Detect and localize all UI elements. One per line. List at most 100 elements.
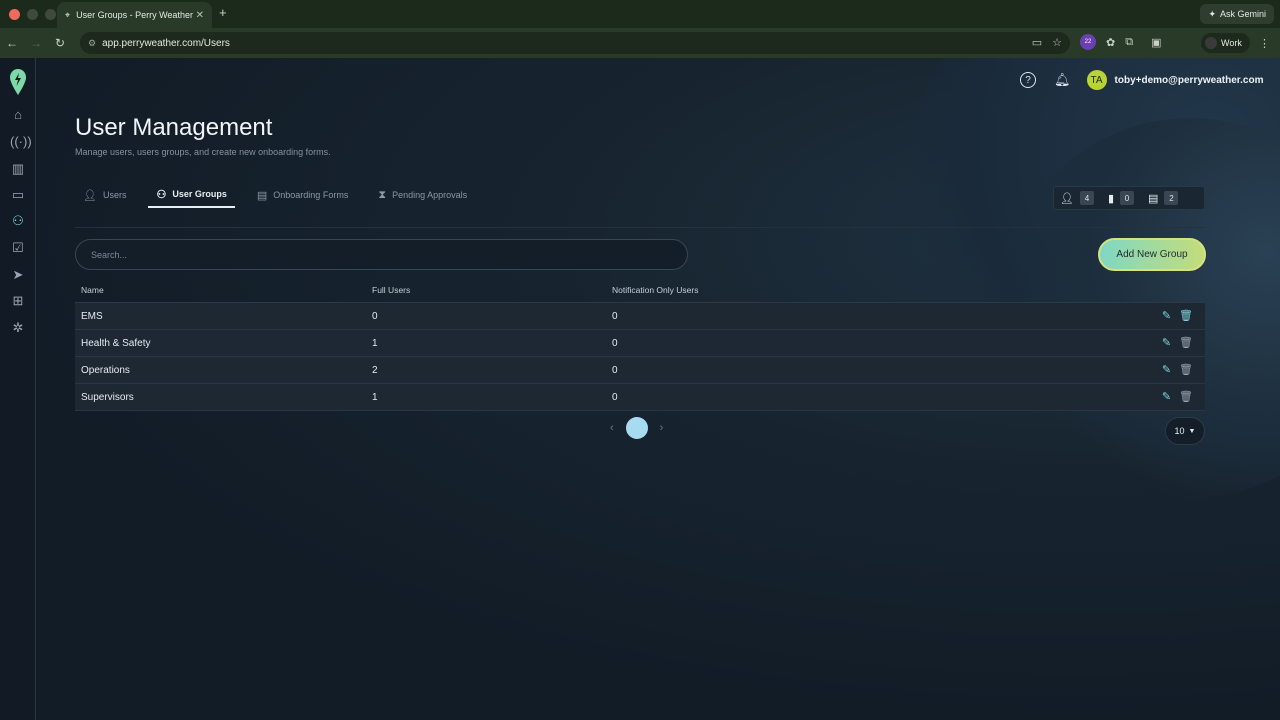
trash-icon[interactable]: 🗑︎ (1179, 363, 1193, 376)
add-new-group-button[interactable]: Add New Group (1098, 238, 1206, 271)
window-controls (0, 8, 56, 20)
close-window-button[interactable] (9, 8, 20, 20)
new-tab-button[interactable]: + (219, 5, 227, 20)
edit-pencil-icon[interactable]: ✎ (1162, 390, 1171, 403)
tabs-divider (75, 227, 1205, 228)
reload-icon[interactable]: ↻ (48, 36, 72, 50)
user-count-icon: 👤︎ (1060, 192, 1074, 205)
broadcast-icon[interactable]: ((·)) (10, 134, 32, 150)
browser-tab-title: User Groups - Perry Weather (76, 10, 193, 20)
extensions-area: 22 ✿ ⧉ ▣ (1080, 34, 1161, 50)
map-pin-icon: ⌖ (65, 9, 71, 20)
stats-summary: 👤︎ 4 ▮ 0 ▤ 2 (1053, 186, 1205, 210)
user-email[interactable]: toby+demo@perryweather.com (1115, 75, 1264, 86)
table-row[interactable]: Supervisors 1 0 ✎ 🗑︎ (75, 384, 1205, 411)
edit-pencil-icon[interactable]: ✎ (1162, 363, 1171, 376)
checklist-icon[interactable]: ☑ (10, 240, 26, 256)
avatar[interactable]: TA (1086, 70, 1107, 90)
integrations-icon[interactable]: ✲ (10, 320, 26, 336)
minimize-window-button[interactable] (27, 8, 38, 20)
reports-icon[interactable]: ▥ (10, 161, 26, 177)
back-arrow-icon[interactable]: ← (0, 36, 24, 50)
row-actions: ✎ 🗑︎ (1162, 390, 1193, 403)
users-nav-icon[interactable]: ⚇ (10, 213, 26, 229)
apps-grid-icon[interactable]: ⊞ (10, 293, 26, 309)
message-count: 0 (1120, 191, 1135, 205)
maximize-window-button[interactable] (45, 8, 56, 20)
tab-pending-approvals-label: Pending Approvals (392, 190, 468, 200)
group-name: Supervisors (81, 391, 134, 403)
pagination: ‹ 1 › (610, 417, 663, 439)
url-text: app.perryweather.com/Users (102, 37, 230, 49)
profile-button[interactable]: Work (1201, 33, 1250, 53)
home-icon[interactable]: ⌂ (10, 107, 26, 123)
form-count-icon: ▤ (1148, 192, 1159, 205)
current-page-button[interactable]: 1 (625, 417, 648, 439)
notification-users-count: 0 (612, 310, 618, 322)
tab-bar: 👤︎ Users ⚇ User Groups ▤ Onboarding Form… (75, 182, 489, 208)
table-header: Name Full Users Notification Only Users (75, 278, 1205, 303)
browser-tab-bar: ⌖ User Groups - Perry Weather ✕ + ✦ Ask … (0, 0, 1280, 28)
trash-icon[interactable]: 🗑︎ (1179, 309, 1193, 322)
browser-address-bar: ← → ↻ ⚙ app.perryweather.com/Users ▭ ☆ 2… (0, 28, 1280, 58)
message-count-icon: ▮ (1107, 192, 1115, 205)
page-subtitle: Manage users, users groups, and create n… (75, 147, 331, 157)
bell-icon[interactable]: 🔔︎ (1054, 72, 1071, 88)
tab-pending-approvals[interactable]: ⧗ Pending Approvals (370, 182, 475, 208)
column-header-full-users[interactable]: Full Users (372, 285, 612, 295)
tab-onboarding-forms[interactable]: ▤ Onboarding Forms (249, 182, 356, 208)
tab-user-groups[interactable]: ⚇ User Groups (148, 182, 235, 208)
group-name: Operations (81, 364, 130, 376)
browser-tab[interactable]: ⌖ User Groups - Perry Weather ✕ (57, 2, 212, 28)
side-panel-icon[interactable]: ▣ (1151, 36, 1161, 49)
form-count: 2 (1164, 191, 1179, 205)
puzzle-icon[interactable]: ⧉ (1125, 36, 1133, 49)
notification-users-count: 0 (612, 337, 618, 349)
full-users-count: 0 (372, 310, 378, 322)
notification-users-count: 0 (612, 364, 618, 376)
table-row[interactable]: Health & Safety 1 0 ✎ 🗑︎ (75, 330, 1205, 357)
rows-per-page-value: 10 (1174, 426, 1185, 436)
edit-pencil-icon[interactable]: ✎ (1162, 309, 1171, 322)
rows-per-page-select[interactable]: 10 ▼ (1165, 417, 1205, 445)
tab-onboarding-forms-label: Onboarding Forms (273, 190, 349, 200)
full-users-count: 1 (372, 337, 378, 349)
tab-close-icon[interactable]: ✕ (196, 10, 204, 21)
tab-users[interactable]: 👤︎ Users (75, 182, 134, 208)
browser-menu-icon[interactable]: ⋮ (1259, 37, 1270, 50)
install-app-icon[interactable]: ▭ (1032, 36, 1042, 49)
tab-user-groups-label: User Groups (172, 189, 227, 199)
full-users-count: 2 (372, 364, 378, 376)
bookmark-star-icon[interactable]: ☆ (1052, 36, 1062, 49)
user-groups-table: Name Full Users Notification Only Users … (75, 278, 1205, 411)
messages-icon[interactable]: ▭ (10, 187, 26, 203)
forward-arrow-icon[interactable]: → (24, 36, 48, 50)
table-row[interactable]: EMS 0 0 ✎ 🗑︎ (75, 303, 1205, 330)
page-title: User Management (75, 114, 273, 141)
notification-users-count: 0 (612, 391, 618, 403)
next-page-button[interactable]: › (660, 422, 664, 434)
send-icon[interactable]: ➤ (10, 267, 26, 283)
search-input[interactable] (75, 239, 688, 270)
user-count: 4 (1079, 191, 1094, 205)
help-icon[interactable]: ? (1020, 72, 1036, 88)
ask-gemini-button[interactable]: ✦ Ask Gemini (1200, 4, 1274, 24)
edit-pencil-icon[interactable]: ✎ (1162, 336, 1171, 349)
url-bar[interactable]: ⚙ app.perryweather.com/Users ▭ ☆ (80, 32, 1070, 54)
column-header-notification-only-users[interactable]: Notification Only Users (612, 285, 1012, 295)
profile-label: Work (1221, 38, 1242, 48)
row-actions: ✎ 🗑︎ (1162, 336, 1193, 349)
trash-icon[interactable]: 🗑︎ (1179, 390, 1193, 403)
table-row[interactable]: Operations 2 0 ✎ 🗑︎ (75, 357, 1205, 384)
caret-down-icon: ▼ (1188, 427, 1196, 435)
extension-badge-icon[interactable]: 22 (1080, 34, 1096, 50)
extension-icon[interactable]: ✿ (1106, 36, 1115, 49)
hourglass-icon: ⧗ (378, 188, 387, 201)
group-name: EMS (81, 310, 103, 322)
perry-weather-logo[interactable] (9, 68, 27, 96)
trash-icon[interactable]: 🗑︎ (1179, 336, 1193, 349)
prev-page-button[interactable]: ‹ (610, 422, 614, 434)
site-settings-icon[interactable]: ⚙ (88, 38, 96, 49)
column-header-name[interactable]: Name (75, 285, 372, 295)
row-actions: ✎ 🗑︎ (1162, 363, 1193, 376)
